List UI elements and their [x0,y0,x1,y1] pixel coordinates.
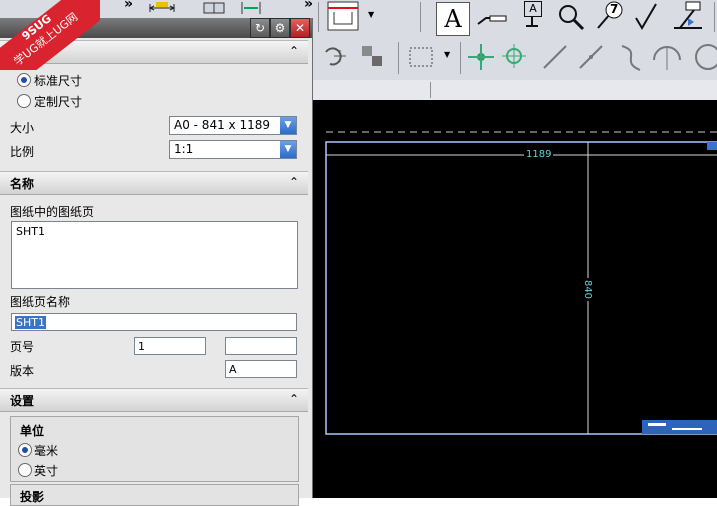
rotate-point-icon[interactable] [320,42,350,72]
settings-section-header[interactable]: 设置 ⌃ [0,388,308,412]
page-number-label: 页号 [10,340,35,354]
dropdown-arrow-icon[interactable]: ▼ [280,141,296,158]
scale-label: 比例 [10,145,35,159]
curve-icon[interactable] [616,42,646,72]
close-icon[interactable]: ✕ [290,18,310,38]
id-symbol-icon[interactable]: 7 [594,0,624,30]
scale-select[interactable]: 1:1 ▼ [169,140,297,159]
page-number-value: 1 [138,340,145,353]
custom-size-label: 定制尺寸 [34,95,83,109]
name-section-header[interactable]: 名称 ⌃ [0,171,308,195]
list-item[interactable]: SHT1 [16,225,293,238]
custom-size-radio[interactable] [17,94,31,108]
revision-value: A [229,363,237,376]
standard-size-label: 标准尺寸 [34,74,83,88]
new-sheet-dialog: ↻ ⚙ ✕ ⌃ 标准尺寸 定制尺寸 大小 A0 - 841 x 1189 ▼ 比… [0,18,313,506]
width-dimension-label: 1189 [524,149,554,160]
toolbar-overflow-button[interactable]: » [124,0,133,12]
units-group: 单位 毫米 英寸 [10,416,299,482]
status-strip [312,80,717,101]
page-number-extra-field[interactable] [225,337,297,355]
standard-size-radio[interactable] [17,73,31,87]
millimeters-radio[interactable] [18,443,32,457]
sheet-name-label: 图纸页名称 [10,295,71,309]
arc-icon[interactable] [652,42,682,72]
sheet-border [325,141,717,435]
revision-field[interactable]: A [225,360,297,378]
inches-label: 英寸 [34,464,59,478]
height-dimension-label: 840 [582,277,594,302]
dropdown-arrow-icon[interactable]: ▼ [280,117,296,134]
sheet-name-field[interactable]: SHT1 [11,313,297,331]
circle-icon[interactable] [688,42,717,72]
reset-icon[interactable]: ↻ [250,18,270,38]
site-watermark-logo: 9SUG 学UG就上UG网 [0,0,100,70]
millimeters-label: 毫米 [34,444,59,458]
datum-icon[interactable]: A [518,0,548,30]
page-number-field[interactable]: 1 [134,337,206,355]
line-icon[interactable] [540,42,570,72]
dropdown-arrow-icon[interactable]: ▼ [368,10,374,19]
projection-group: 投影 [10,484,299,506]
sheets-list[interactable]: SHT1 [11,221,298,289]
collapse-caret-icon[interactable]: ⌃ [286,42,302,60]
title-block [642,420,717,434]
inches-radio[interactable] [18,463,32,477]
gear-icon[interactable]: ⚙ [270,18,290,38]
settings-section-title: 设置 [10,394,35,408]
sheet-name-value: SHT1 [15,316,46,329]
revision-label: 版本 [10,364,35,378]
size-select-value: A0 - 841 x 1189 [174,118,270,132]
drawing-sheet [325,131,717,435]
units-label: 单位 [20,424,45,438]
toolbar-overflow-button-2[interactable]: » [304,0,313,12]
text-annotation-icon[interactable]: A [436,2,470,36]
drawing-canvas[interactable]: 1189 840 [312,100,717,498]
collapse-caret-icon[interactable]: ⌃ [286,390,302,408]
zoom-icon[interactable] [556,2,586,32]
scale-select-value: 1:1 [174,142,194,156]
collapse-caret-icon[interactable]: ⌃ [286,173,302,191]
dropdown-arrow-icon[interactable]: ▼ [444,50,450,59]
snap-point-icon[interactable] [500,42,530,72]
drawing-sheet-icon[interactable] [326,0,362,34]
leader-icon[interactable] [476,4,507,34]
snap-arrows-icon[interactable] [466,42,496,72]
sheets-in-drawing-label: 图纸中的图纸页 [10,205,95,219]
secondary-toolbar: ▼ [312,36,717,81]
size-select[interactable]: A0 - 841 x 1189 ▼ [169,116,297,135]
size-label: 大小 [10,121,35,135]
weld-symbol-icon[interactable] [672,0,702,30]
line-midpoint-icon[interactable] [576,42,606,72]
component-icon[interactable] [358,42,388,72]
surface-finish-icon[interactable] [634,2,664,32]
selection-box-icon[interactable] [406,42,436,72]
name-section-title: 名称 [10,177,35,191]
projection-label: 投影 [20,490,45,504]
